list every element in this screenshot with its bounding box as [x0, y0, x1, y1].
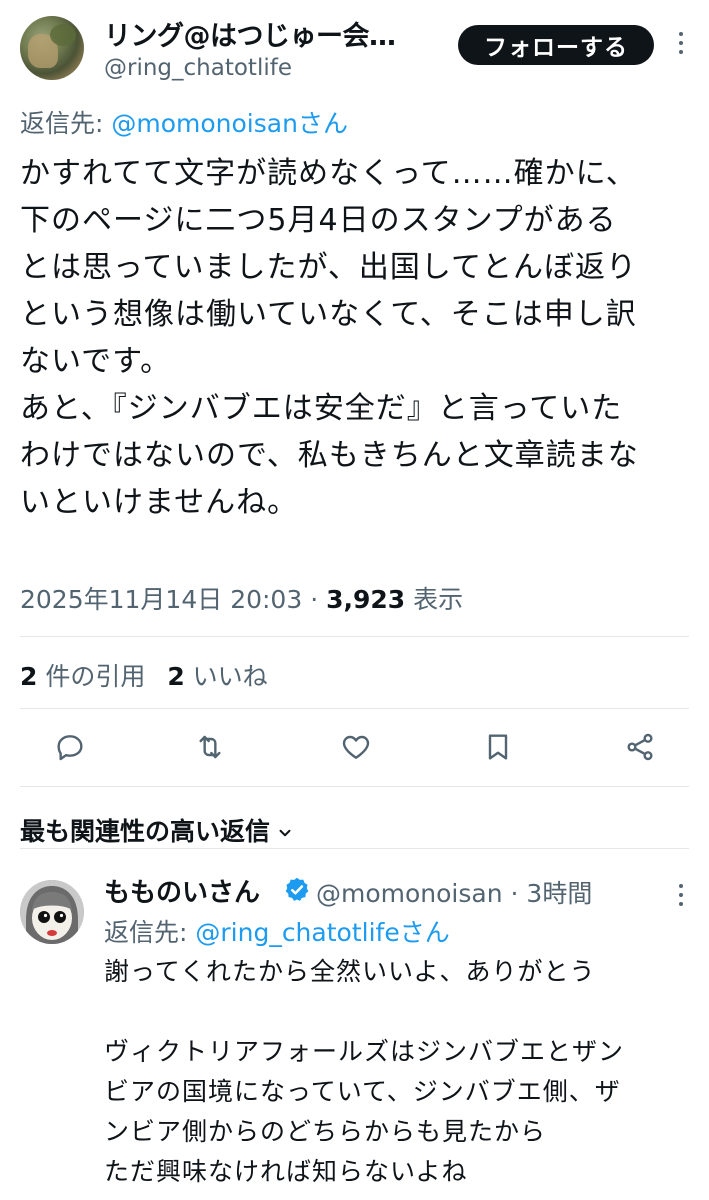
quotes-count: 2: [20, 662, 38, 691]
views-count: 3,923: [326, 585, 406, 614]
reply-author-meta: @momonoisan · 3時間: [316, 874, 592, 910]
divider: [20, 708, 689, 709]
meta-separator: ·: [302, 585, 327, 614]
engagement-stats: 2 件の引用 2 いいね: [20, 657, 268, 693]
reply-to-prefix: 返信先:: [104, 918, 196, 947]
retweet-icon[interactable]: [194, 731, 226, 763]
tweet-meta: 2025年11月14日 20:03 · 3,923 表示: [20, 580, 463, 616]
reply-to-line: 返信先: @ring_chatotlifeさん: [104, 913, 450, 949]
quotes-label: 件の引用: [37, 662, 146, 691]
chevron-down-icon: [279, 829, 291, 837]
like-icon[interactable]: [340, 731, 372, 763]
reply-time[interactable]: · 3時間: [503, 879, 593, 908]
reply-to-user-link[interactable]: @momonoisan: [111, 109, 298, 138]
likes-label: いいね: [184, 662, 268, 691]
reply-to-prefix: 返信先:: [20, 109, 112, 138]
divider: [20, 636, 689, 637]
divider: [20, 786, 689, 787]
bookmark-icon[interactable]: [482, 731, 514, 763]
tweet-text: かすれてて文字が読めなくって……確かに、 下のページに二つ5月4日のスタンプがあ…: [20, 156, 639, 520]
author-avatar[interactable]: [20, 16, 84, 80]
reply-to-line: 返信先: @momonoisanさん: [20, 104, 348, 140]
reply-text: 謝ってくれたから全然いいよ、ありがとう ヴィクトリアフォールズはジンバブエとザン…: [104, 957, 625, 1186]
reply-icon[interactable]: [54, 731, 86, 763]
reply-to-user-link[interactable]: @ring_chatotlife: [195, 918, 399, 947]
author-handle[interactable]: @ring_chatotlife: [104, 55, 292, 81]
reply-author-avatar[interactable]: [20, 880, 84, 944]
author-display-name[interactable]: リング@はつじゅー会…: [104, 14, 396, 53]
reply-author-handle[interactable]: @momonoisan: [316, 879, 503, 908]
reply-author-display-name[interactable]: もものいさん: [104, 872, 260, 909]
more-options-icon[interactable]: [671, 884, 691, 910]
verified-badge-icon: [283, 876, 311, 904]
likes-stat[interactable]: 2 いいね: [167, 662, 267, 691]
reply-to-suffix: さん: [399, 918, 450, 947]
reply-to-suffix: さん: [297, 109, 348, 138]
more-options-icon[interactable]: [671, 32, 691, 58]
views-label: 表示: [405, 585, 464, 614]
follow-button[interactable]: フォローする: [458, 25, 654, 65]
likes-count: 2: [167, 662, 185, 691]
reply-sort-dropdown[interactable]: 最も関連性の高い返信: [20, 812, 294, 848]
tweet-timestamp[interactable]: 2025年11月14日 20:03: [20, 585, 302, 614]
divider: [20, 848, 689, 849]
share-icon[interactable]: [624, 731, 656, 763]
quotes-stat[interactable]: 2 件の引用: [20, 662, 145, 691]
reply-sort-label: 最も関連性の高い返信: [20, 817, 271, 846]
